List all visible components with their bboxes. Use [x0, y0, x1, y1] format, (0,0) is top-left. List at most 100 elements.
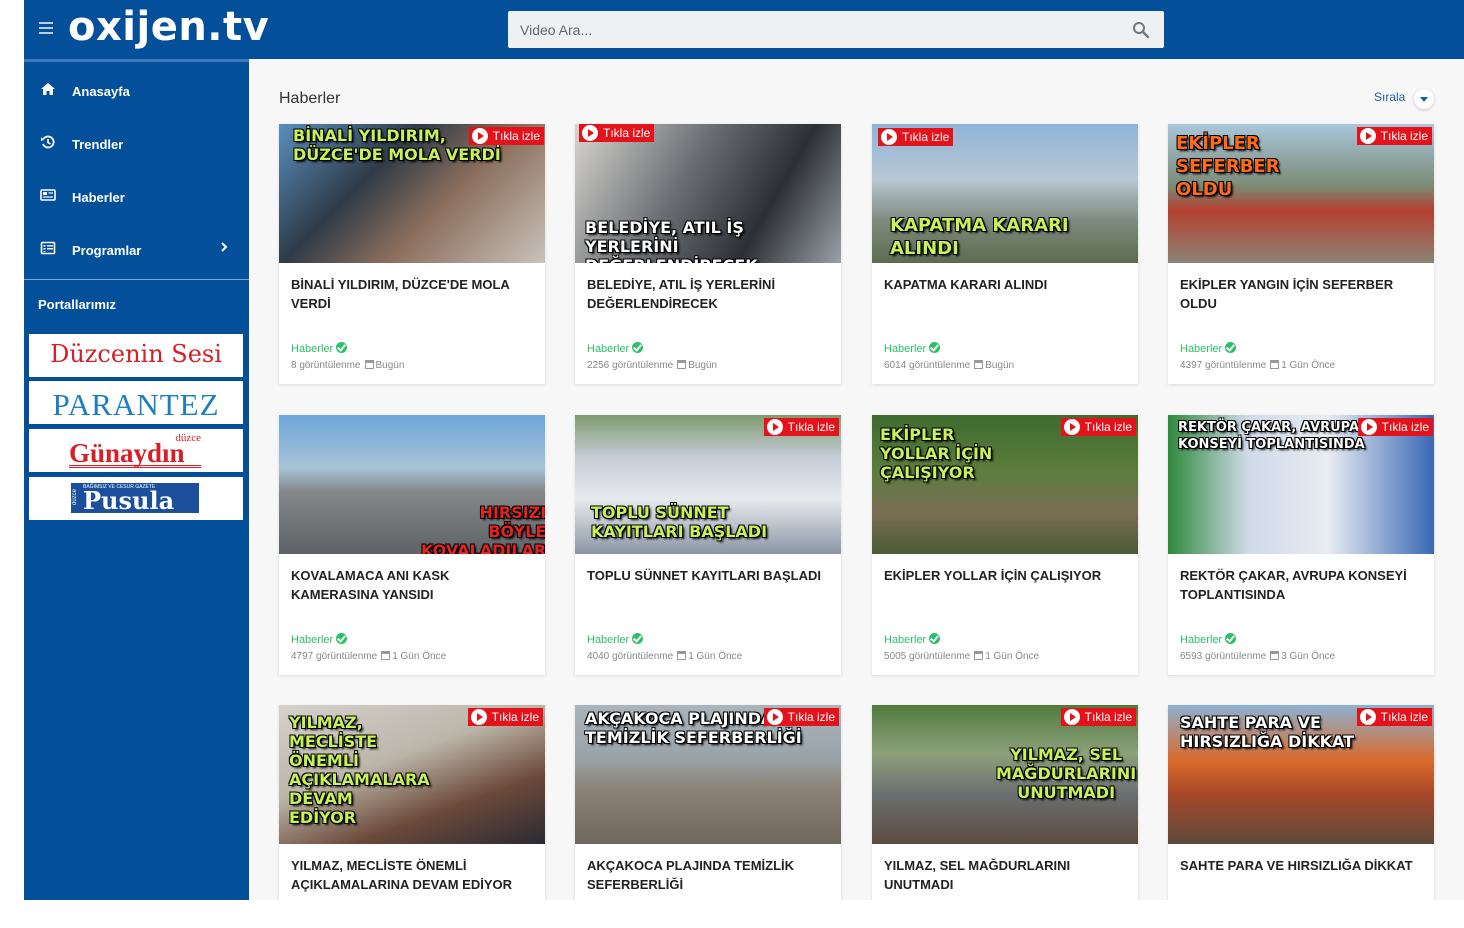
video-title[interactable]: YILMAZ, MECLİSTE ÖNEMLİ AÇIKLAMALARINA D…: [291, 856, 535, 894]
upload-date: 1 Gün Önce: [688, 651, 743, 662]
video-title[interactable]: BELEDİYE, ATIL İŞ YERLERİNİ DEĞERLENDİRE…: [587, 275, 831, 313]
thumbnail-overlay-text: SAHTE PARA VE HIRSIZLIĞA DİKKAT: [1180, 713, 1355, 751]
upload-date: 1 Gün Önce: [392, 651, 447, 662]
portals-heading: Portallarımız: [38, 297, 117, 312]
video-thumbnail[interactable]: YILMAZ, SEL MAĞDURLARINI UNUTMADI Tıkla izl…: [872, 705, 1138, 844]
video-category[interactable]: Haberler: [884, 342, 941, 355]
search-input[interactable]: [508, 11, 1118, 48]
search-box: [508, 11, 1164, 48]
calendar-icon: [1270, 360, 1280, 369]
video-meta: 4397 görüntülenme 1 Gün Önce: [1180, 360, 1335, 371]
video-card[interactable]: BELEDİYE, ATIL İŞ YERLERİNİDEĞERLENDİREC…: [575, 124, 841, 384]
portal-logo-side: düzce: [72, 488, 79, 506]
video-thumbnail[interactable]: EKİPLER SEFERBER OLDU Tıkla izle: [1168, 124, 1434, 263]
video-thumbnail[interactable]: AKÇAKOCA PLAJINDA TEMİZLİK SEFERBERLİĞİ Tı…: [575, 705, 841, 844]
view-count: 6593 görüntülenme: [1180, 651, 1267, 662]
video-thumbnail[interactable]: HIRSIZI BÖYLE KOVALADILAR: [279, 415, 545, 554]
portal-logo: düzce BAĞIMSIZ VE CESUR GAZETE Pusula: [71, 483, 199, 515]
play-badge: Tıkla izle: [1356, 708, 1432, 726]
hamburger-menu-icon[interactable]: [39, 22, 53, 36]
video-card[interactable]: TOPLU SÜNNET KAYITLARI BAŞLADI Tıkla izle T…: [575, 415, 841, 675]
portal-logo: Günaydın düzce: [69, 432, 201, 468]
video-thumbnail[interactable]: TOPLU SÜNNET KAYITLARI BAŞLADI Tıkla izle: [575, 415, 841, 554]
sidebar-item-trendler[interactable]: Trendler: [24, 115, 249, 168]
video-thumbnail[interactable]: BELEDİYE, ATIL İŞ YERLERİNİDEĞERLENDİREC…: [575, 124, 841, 263]
video-title[interactable]: REKTÖR ÇAKAR, AVRUPA KONSEYİ TOPLANTISIN…: [1180, 566, 1424, 604]
verified-check-icon: [632, 342, 644, 353]
video-thumbnail[interactable]: KAPATMA KARARI ALINDI Tıkla izle: [872, 124, 1138, 263]
play-badge: Tıkla izle: [878, 128, 954, 146]
video-title[interactable]: AKÇAKOCA PLAJINDA TEMİZLİK SEFERBERLİĞİ: [587, 856, 831, 894]
view-count: 6014 görüntülenme: [884, 360, 971, 371]
video-card[interactable]: EKİPLER SEFERBER OLDU Tıkla izle EKİPLER YAN…: [1168, 124, 1434, 384]
video-title[interactable]: KOVALAMACA ANI KASK KAMERASINA YANSIDI: [291, 566, 535, 604]
video-card[interactable]: REKTÖR ÇAKAR, AVRUPA KONSEYİ TOPLANTISIND…: [1168, 415, 1434, 675]
portal-duzcenin-sesi[interactable]: Düzcenin Sesi: [29, 334, 243, 377]
upload-date: 1 Gün Önce: [985, 651, 1040, 662]
calendar-icon: [1270, 651, 1280, 660]
video-category[interactable]: Haberler: [291, 342, 348, 355]
calendar-icon: [677, 651, 687, 660]
video-thumbnail[interactable]: BİNALİ YILDIRIM, DÜZCE'DE MOLA VERDİ Tıkla…: [279, 124, 545, 263]
search-icon[interactable]: [1132, 21, 1150, 39]
thumbnail-overlay-text: EKİPLER YOLLAR İÇİN ÇALIŞIYOR: [880, 425, 993, 482]
view-count: 5005 görüntülenme: [884, 651, 971, 662]
verified-check-icon: [1225, 342, 1237, 353]
category-label: Haberler: [587, 343, 630, 355]
play-badge: Tıkla izle: [579, 124, 655, 142]
video-category[interactable]: Haberler: [587, 633, 644, 646]
view-count: 8 görüntülenme: [291, 360, 361, 371]
video-category[interactable]: Haberler: [587, 342, 644, 355]
play-badge: Tıkla izle: [1060, 708, 1136, 726]
video-meta: 6014 görüntülenme Bugün: [884, 360, 1014, 371]
video-title[interactable]: BİNALİ YILDIRIM, DÜZCE'DE MOLA VERDİ: [291, 275, 535, 313]
sidebar-item-anasayfa[interactable]: Anasayfa: [24, 62, 249, 115]
thumbnail-overlay-text: TOPLU SÜNNET KAYITLARI BAŞLADI: [591, 503, 768, 541]
video-title[interactable]: SAHTE PARA VE HIRSIZLIĞA DİKKAT: [1180, 856, 1424, 875]
portal-pusula[interactable]: düzce BAĞIMSIZ VE CESUR GAZETE Pusula: [29, 477, 243, 520]
play-badge: Tıkla izle: [1356, 127, 1432, 145]
site-logo[interactable]: oxijen.tv: [68, 4, 269, 50]
video-thumbnail[interactable]: YILMAZ, MECLİSTE ÖNEMLİ AÇIKLAMALARA DEVAM ED…: [279, 705, 545, 844]
portal-logo-text: Pusula: [83, 486, 175, 515]
upload-date: Bugün: [375, 360, 405, 371]
video-card[interactable]: KAPATMA KARARI ALINDI Tıkla izle KAPATMA KA…: [872, 124, 1138, 384]
video-card[interactable]: AKÇAKOCA PLAJINDA TEMİZLİK SEFERBERLİĞİ Tı…: [575, 705, 841, 900]
sidebar-item-haberler[interactable]: Haberler: [24, 168, 249, 221]
video-title[interactable]: TOPLU SÜNNET KAYITLARI BAŞLADI: [587, 566, 831, 585]
video-thumbnail[interactable]: SAHTE PARA VE HIRSIZLIĞA DİKKAT Tıkla izle: [1168, 705, 1434, 844]
video-title[interactable]: EKİPLER YANGIN İÇİN SEFERBER OLDU: [1180, 275, 1424, 313]
thumbnail-overlay-text: KAPATMA KARARI ALINDI: [890, 215, 1069, 259]
verified-check-icon: [929, 633, 941, 644]
category-label: Haberler: [1180, 634, 1223, 646]
portal-logo-text: PARANTEZ: [52, 387, 220, 422]
video-category[interactable]: Haberler: [1180, 633, 1237, 646]
video-card[interactable]: BİNALİ YILDIRIM, DÜZCE'DE MOLA VERDİ Tıkla…: [279, 124, 545, 384]
portal-logo-text: Günaydın: [69, 438, 185, 468]
video-card[interactable]: EKİPLER YOLLAR İÇİN ÇALIŞIYOR Tıkla izle EKİ…: [872, 415, 1138, 675]
video-title[interactable]: YILMAZ, SEL MAĞDURLARINI UNUTMADI: [884, 856, 1128, 894]
play-badge: Tıkla izle: [763, 708, 839, 726]
portal-gunaydin[interactable]: Günaydın düzce: [29, 429, 243, 472]
video-card[interactable]: HIRSIZI BÖYLE KOVALADILAR KOVALAMACA ANI K…: [279, 415, 545, 675]
video-card[interactable]: SAHTE PARA VE HIRSIZLIĞA DİKKAT Tıkla izle…: [1168, 705, 1434, 900]
view-count: 4397 görüntülenme: [1180, 360, 1267, 371]
video-card[interactable]: YILMAZ, MECLİSTE ÖNEMLİ AÇIKLAMALARA DEVAM ED…: [279, 705, 545, 900]
play-badge: Tıkla izle: [468, 127, 544, 145]
portal-logo-text: Düzcenin Sesi: [50, 340, 222, 368]
verified-check-icon: [1225, 633, 1237, 644]
category-label: Haberler: [884, 634, 927, 646]
video-title[interactable]: EKİPLER YOLLAR İÇİN ÇALIŞIYOR: [884, 566, 1128, 585]
video-thumbnail[interactable]: REKTÖR ÇAKAR, AVRUPA KONSEYİ TOPLANTISIND…: [1168, 415, 1434, 554]
video-thumbnail[interactable]: EKİPLER YOLLAR İÇİN ÇALIŞIYOR Tıkla izle: [872, 415, 1138, 554]
portal-parantez[interactable]: PARANTEZ: [29, 381, 243, 424]
video-title[interactable]: KAPATMA KARARI ALINDI: [884, 275, 1128, 294]
video-category[interactable]: Haberler: [884, 633, 941, 646]
sidebar-item-programlar[interactable]: Programlar: [24, 221, 249, 274]
category-label: Haberler: [291, 343, 334, 355]
video-card[interactable]: YILMAZ, SEL MAĞDURLARINI UNUTMADI Tıkla izl…: [872, 705, 1138, 900]
video-category[interactable]: Haberler: [1180, 342, 1237, 355]
video-category[interactable]: Haberler: [291, 633, 348, 646]
sort-button[interactable]: Sırala: [1374, 90, 1405, 104]
chevron-down-icon[interactable]: [1414, 89, 1434, 109]
